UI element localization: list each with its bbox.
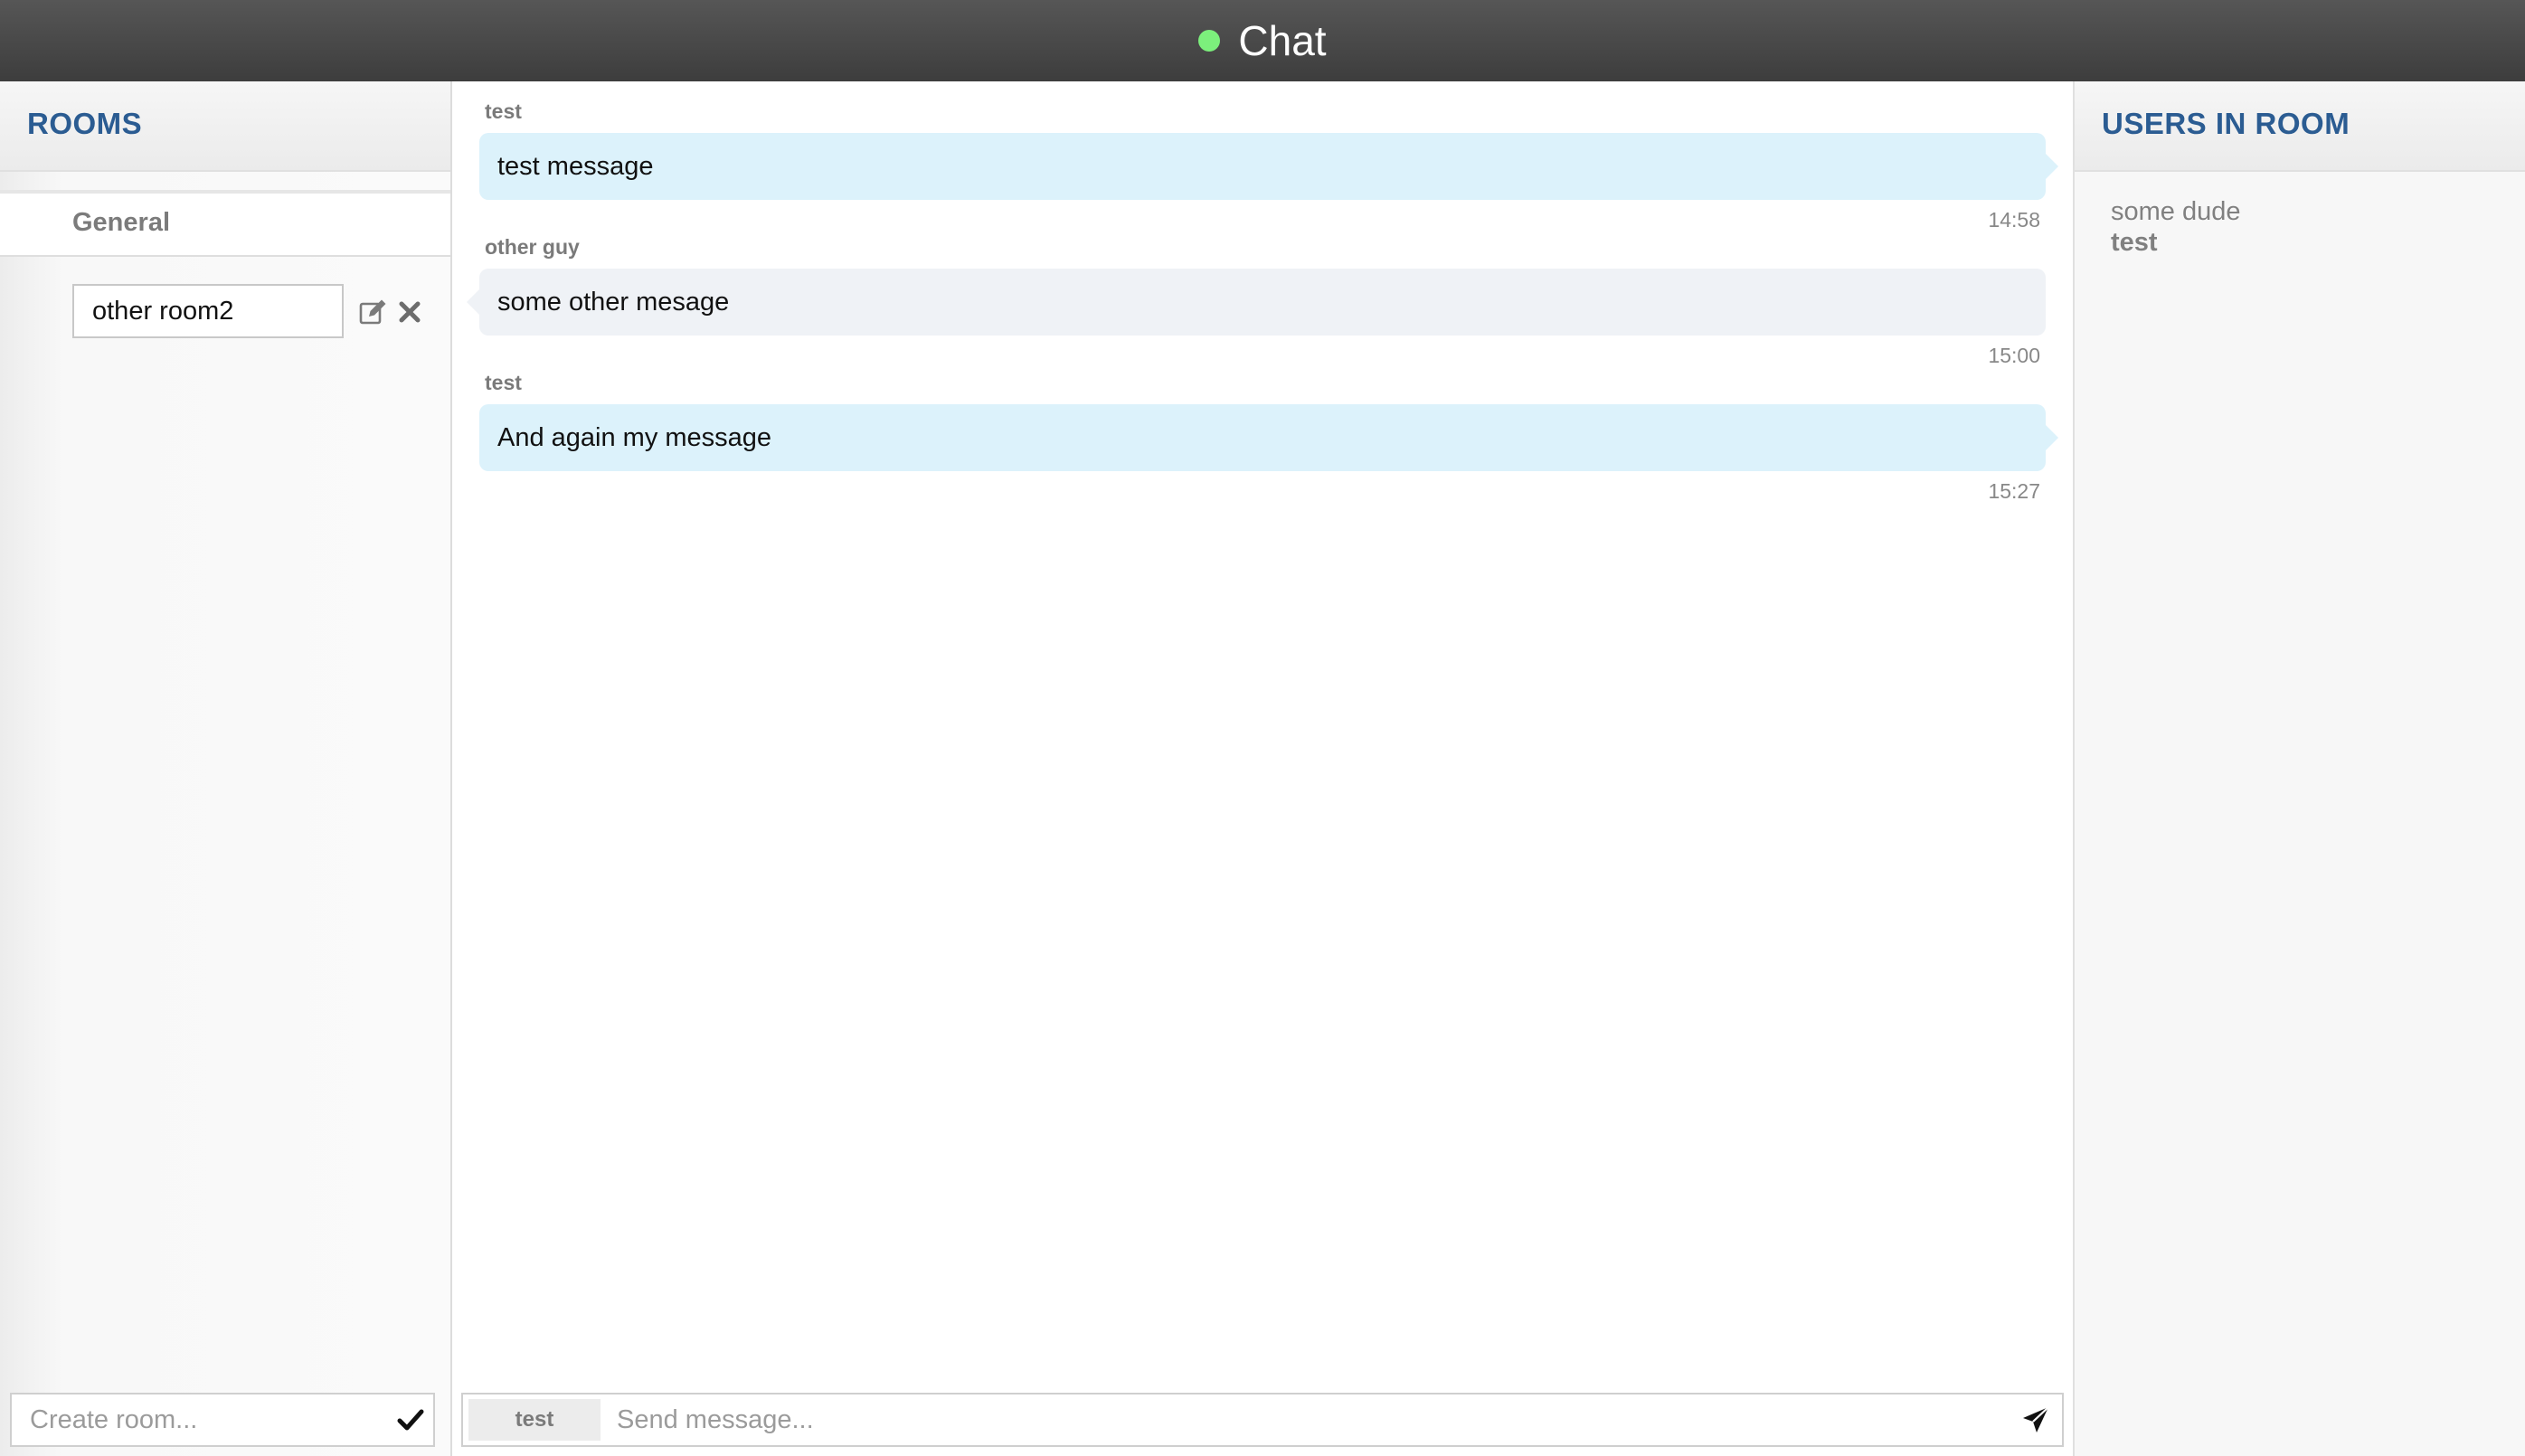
- message-time: 15:00: [1988, 344, 2040, 367]
- message-text: And again my message: [497, 422, 772, 452]
- message-composer: test: [461, 1393, 2064, 1447]
- message-text: test message: [497, 151, 654, 181]
- message-text: some other mesage: [497, 287, 730, 317]
- message-bubble: some other mesage: [467, 269, 2046, 336]
- app-header: Chat: [0, 0, 2525, 81]
- rooms-sidebar: ROOMS General: [0, 81, 452, 1456]
- composer-username: test: [468, 1399, 601, 1441]
- user-item: some dude: [2111, 197, 2241, 226]
- users-panel-header: USERS IN ROOM: [2075, 81, 2525, 172]
- message-author: other guy: [485, 235, 580, 259]
- room-item-general[interactable]: General: [0, 190, 450, 257]
- send-icon[interactable]: [2020, 1404, 2051, 1435]
- edit-icon[interactable]: [358, 297, 389, 327]
- message-time: 15:27: [1988, 479, 2040, 503]
- rooms-title: ROOMS: [27, 107, 143, 140]
- message-bubble: test message: [479, 133, 2058, 200]
- online-status-icon: [1198, 30, 1221, 52]
- close-icon[interactable]: [394, 297, 425, 327]
- app-title: Chat: [1238, 17, 1327, 64]
- user-item-current: test: [2111, 228, 2158, 257]
- create-room-form: [10, 1393, 435, 1447]
- checkmark-icon[interactable]: [395, 1405, 426, 1436]
- message-input[interactable]: [608, 1395, 1982, 1445]
- message-author: test: [485, 99, 522, 123]
- message-author: test: [485, 371, 522, 394]
- message-time: 14:58: [1988, 208, 2040, 232]
- message-bubble: And again my message: [479, 404, 2058, 471]
- room-item-label: General: [72, 208, 170, 237]
- room-name-edit-input[interactable]: [72, 284, 344, 338]
- users-sidebar: USERS IN ROOM some dude test: [2073, 81, 2525, 1456]
- rooms-panel-header: ROOMS: [0, 81, 450, 172]
- message-area: test test message 14:58 other guy some o…: [452, 81, 2071, 1456]
- users-title: USERS IN ROOM: [2102, 107, 2350, 140]
- create-room-input[interactable]: [12, 1395, 374, 1445]
